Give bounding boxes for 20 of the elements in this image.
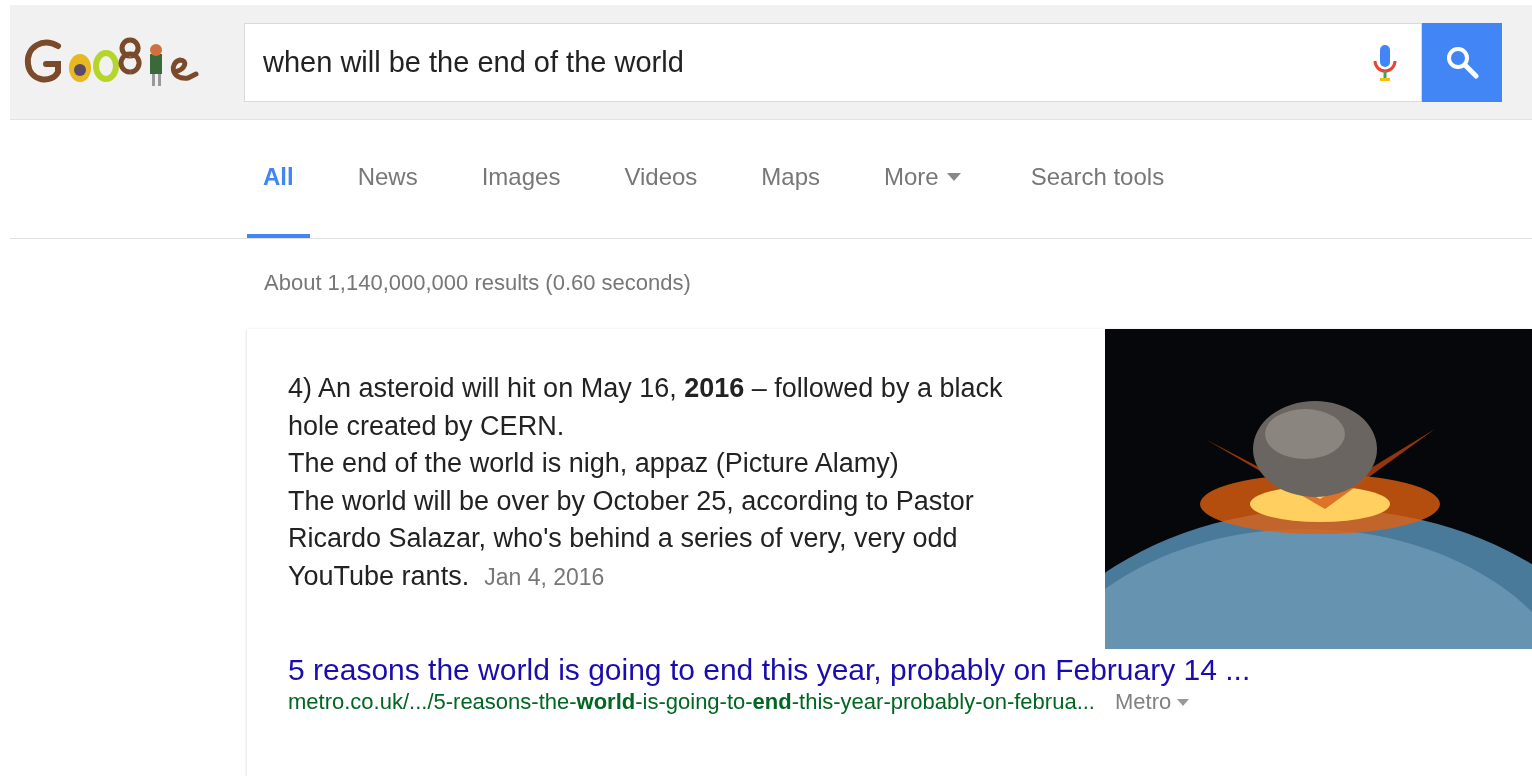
- snippet-date: Jan 4, 2016: [484, 563, 605, 590]
- caret-icon: [1177, 698, 1190, 706]
- source-dropdown[interactable]: Metro: [1115, 689, 1190, 715]
- result-stats: About 1,140,000,000 results (0.60 seconds): [264, 270, 692, 297]
- tab[interactable]: Videos: [608, 120, 714, 238]
- search-field[interactable]: when will be the end of the world: [244, 22, 1422, 102]
- microphone-icon[interactable]: [1372, 42, 1398, 83]
- result-url: metro.co.uk/.../5-reasons-the-world-is-going-to-end-this-year-probably-on-februa...: [288, 689, 1095, 715]
- tab[interactable]: Images: [465, 120, 577, 238]
- result-title-link[interactable]: 5 reasons the world is going to end this year, probably on February 14 ...: [288, 653, 1532, 687]
- caret-icon: [946, 173, 961, 181]
- snippet-text: 4) An asteroid will hit on May 16, 2016 – followed by a black hole created by CERN.: [288, 372, 1004, 443]
- search-button[interactable]: [1422, 22, 1502, 102]
- tab[interactable]: Maps: [745, 120, 837, 238]
- snippet-text: The end of the world is nigh, appaz (Picture Alamy): [288, 447, 900, 480]
- tab[interactable]: News: [341, 120, 434, 238]
- search-tools-button[interactable]: Search tools: [1014, 120, 1181, 238]
- more-dropdown[interactable]: More: [868, 120, 977, 238]
- snippet-text: The world will be over by October 25, according to Pastor Ricardo Salazar, who's behind a series of very, very odd YouTube rants. Jan 4, 2016: [288, 484, 975, 593]
- search-icon: [1445, 45, 1479, 79]
